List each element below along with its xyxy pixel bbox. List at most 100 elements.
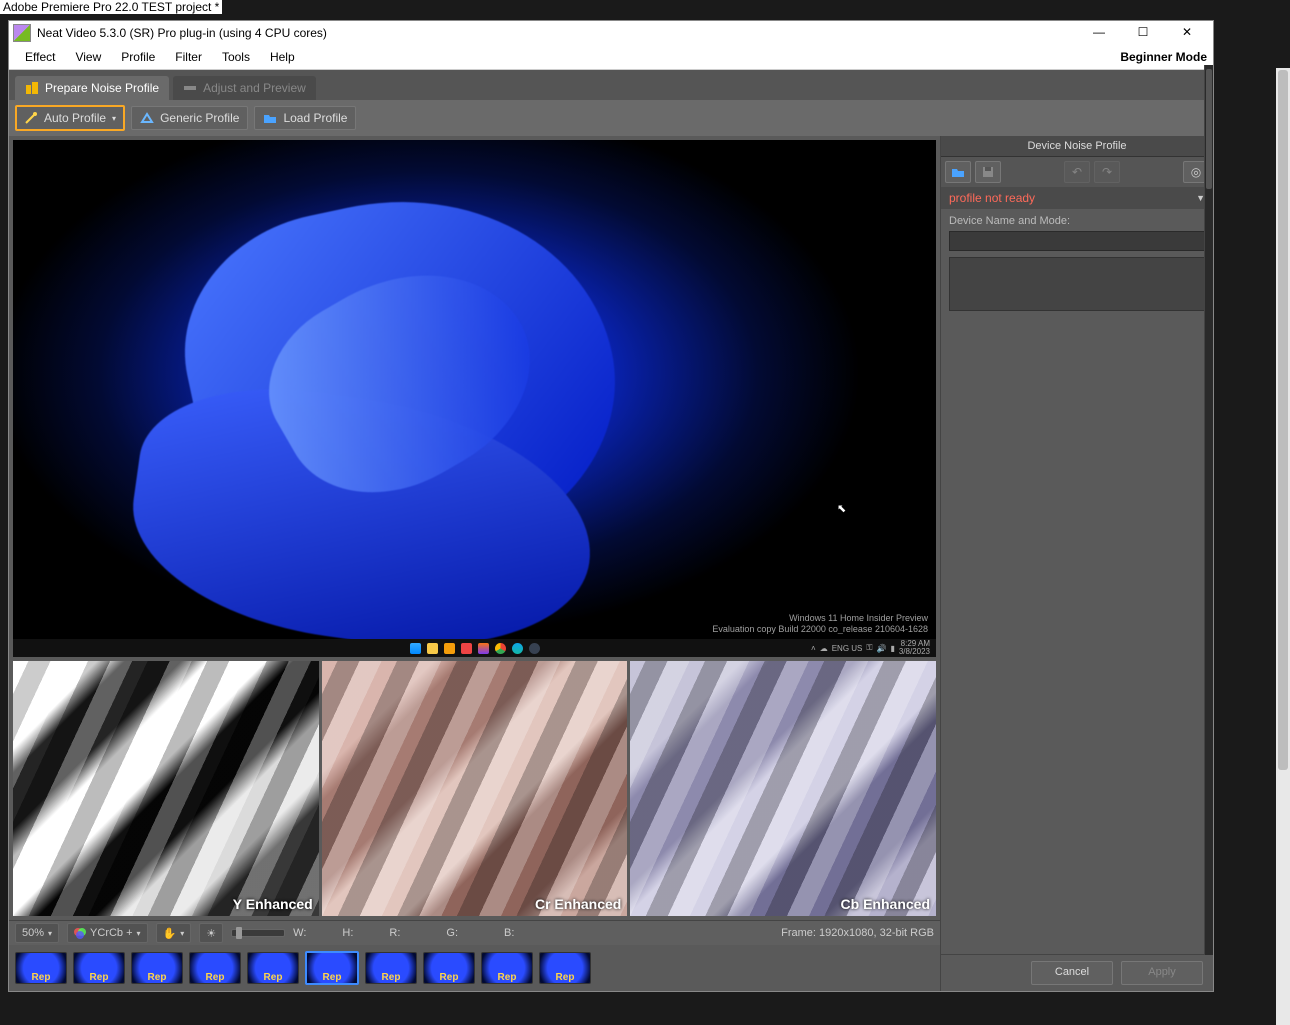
tab-adjust-preview[interactable]: Adjust and Preview — [173, 76, 316, 100]
menu-effect[interactable]: Effect — [15, 48, 65, 66]
generic-profile-button[interactable]: Generic Profile — [131, 106, 248, 130]
background-app-title: Adobe Premiere Pro 22.0 TEST project * — [0, 0, 222, 14]
brightness-slider[interactable] — [231, 929, 285, 937]
cancel-button[interactable]: Cancel — [1031, 961, 1113, 985]
device-name-input[interactable] — [949, 231, 1205, 251]
channel-cb[interactable]: Cb Enhanced — [630, 661, 936, 916]
frame-thumb-label: Rep — [556, 972, 575, 983]
frame-thumb[interactable]: Rep — [365, 952, 417, 984]
frame-thumb-label: Rep — [264, 972, 283, 983]
right-panel: Device Noise Profile ↶ ↷ ◎ profile not r… — [940, 136, 1213, 991]
wand-icon — [24, 111, 38, 125]
device-name-label: Device Name and Mode: — [941, 209, 1213, 229]
channel-y[interactable]: Y Enhanced — [13, 661, 319, 916]
apply-button[interactable]: Apply — [1121, 961, 1203, 985]
menu-view[interactable]: View — [65, 48, 111, 66]
host-scrollbar[interactable] — [1276, 68, 1290, 1025]
explorer-icon — [427, 643, 438, 654]
frame-thumb[interactable]: Rep — [539, 952, 591, 984]
preview-viewport[interactable]: ⬉ Windows 11 Home Insider Preview Evalua… — [13, 140, 936, 657]
w-label: W: — [293, 927, 306, 939]
channel-cr[interactable]: Cr Enhanced — [322, 661, 628, 916]
open-profile-button[interactable] — [945, 161, 971, 183]
os-watermark: Windows 11 Home Insider Preview Evaluati… — [712, 613, 928, 635]
left-pane: ⬉ Windows 11 Home Insider Preview Evalua… — [9, 136, 940, 991]
folder-open-icon — [263, 111, 277, 125]
tab-prepare-noise-profile[interactable]: Prepare Noise Profile — [15, 76, 169, 100]
title-bar: Neat Video 5.3.0 (SR) Pro plug-in (using… — [9, 21, 1213, 45]
chrome-icon — [495, 643, 506, 654]
sun-icon: ☀ — [206, 927, 216, 940]
app-icon-3 — [529, 643, 540, 654]
frame-thumb[interactable]: Rep — [189, 952, 241, 984]
hand-icon: ✋ — [163, 927, 177, 940]
frame-thumb[interactable]: Rep — [423, 952, 475, 984]
volume-icon: 🔊 — [876, 644, 886, 653]
profile-toolbar: Auto Profile ▾ Generic Profile Load Prof… — [9, 100, 1213, 136]
right-panel-header: Device Noise Profile — [941, 136, 1213, 157]
frame-thumb-label: Rep — [148, 972, 167, 983]
menu-tools[interactable]: Tools — [212, 48, 260, 66]
frame-thumb-label: Rep — [90, 972, 109, 983]
undo-button[interactable]: ↶ — [1064, 161, 1090, 183]
menu-help[interactable]: Help — [260, 48, 305, 66]
folder-icon — [951, 166, 965, 178]
zoom-dropdown[interactable]: 50%▾ — [15, 923, 59, 943]
window-title: Neat Video 5.3.0 (SR) Pro plug-in (using… — [37, 26, 327, 40]
brightness-button[interactable]: ☀ — [199, 923, 223, 943]
app-icon-1 — [444, 643, 455, 654]
adjust-tab-icon — [183, 81, 197, 95]
frame-thumb[interactable]: Rep — [247, 952, 299, 984]
mode-toggle[interactable]: Beginner Mode — [1120, 50, 1207, 64]
app-icon-2 — [461, 643, 472, 654]
firefox-icon — [478, 643, 489, 654]
profile-status-row[interactable]: profile not ready ▼ — [941, 187, 1213, 209]
maximize-button[interactable]: ☐ — [1121, 21, 1165, 45]
frame-thumb-label: Rep — [498, 972, 517, 983]
colorspace-dropdown[interactable]: YCrCb +▾ — [67, 923, 148, 943]
tab-label: Prepare Noise Profile — [45, 81, 159, 95]
app-icon — [13, 24, 31, 42]
frame-thumb-label: Rep — [206, 972, 225, 983]
button-label: Generic Profile — [160, 111, 239, 125]
start-icon — [410, 643, 421, 654]
g-label: G: — [446, 927, 458, 939]
captured-taskbar: ˄ ☁ ENG US ⚿ 🔊 ▮ 8:29 AM 3/8/2023 — [13, 639, 936, 657]
sys-lang: ENG US — [832, 644, 863, 653]
button-label: Auto Profile — [44, 111, 106, 125]
r-label: R: — [389, 927, 400, 939]
tray-chevron-icon: ˄ — [811, 644, 816, 653]
profile-tab-icon — [25, 81, 39, 95]
menu-filter[interactable]: Filter — [165, 48, 212, 66]
cursor-icon: ⬉ — [837, 502, 846, 515]
frame-info: Frame: 1920x1080, 32-bit RGB — [781, 927, 934, 939]
button-label: Load Profile — [283, 111, 347, 125]
h-label: H: — [342, 927, 353, 939]
frame-thumb-label: Rep — [323, 972, 342, 983]
tray-cloud-icon: ☁ — [820, 644, 828, 653]
save-profile-button[interactable] — [975, 161, 1001, 183]
menu-profile[interactable]: Profile — [111, 48, 165, 66]
undo-icon: ↶ — [1072, 165, 1082, 179]
frame-thumb[interactable]: Rep — [481, 952, 533, 984]
right-panel-scrollbar[interactable] — [1204, 65, 1213, 955]
hand-tool-button[interactable]: ✋▾ — [156, 923, 192, 943]
status-bar: 50%▾ YCrCb +▾ ✋▾ ☀ W: H: R: G: B: Frame:… — [9, 920, 940, 945]
b-label: B: — [504, 927, 514, 939]
frame-thumb[interactable]: Rep — [73, 952, 125, 984]
frame-thumb[interactable]: Rep — [305, 951, 359, 985]
colorspace-icon — [74, 927, 86, 939]
edge-icon — [512, 643, 523, 654]
target-icon: ◎ — [1191, 165, 1201, 179]
close-button[interactable]: ✕ — [1165, 21, 1209, 45]
minimize-button[interactable]: — — [1077, 21, 1121, 45]
redo-button[interactable]: ↷ — [1094, 161, 1120, 183]
auto-profile-button[interactable]: Auto Profile ▾ — [15, 105, 125, 131]
load-profile-button[interactable]: Load Profile — [254, 106, 356, 130]
frame-thumb[interactable]: Rep — [15, 952, 67, 984]
frame-strip: RepRepRepRepRepRepRepRepRepRep — [9, 945, 940, 991]
frame-thumb[interactable]: Rep — [131, 952, 183, 984]
dialog-buttons: Cancel Apply — [941, 954, 1213, 991]
device-notes-box[interactable] — [949, 257, 1205, 311]
tab-label: Adjust and Preview — [203, 81, 306, 95]
